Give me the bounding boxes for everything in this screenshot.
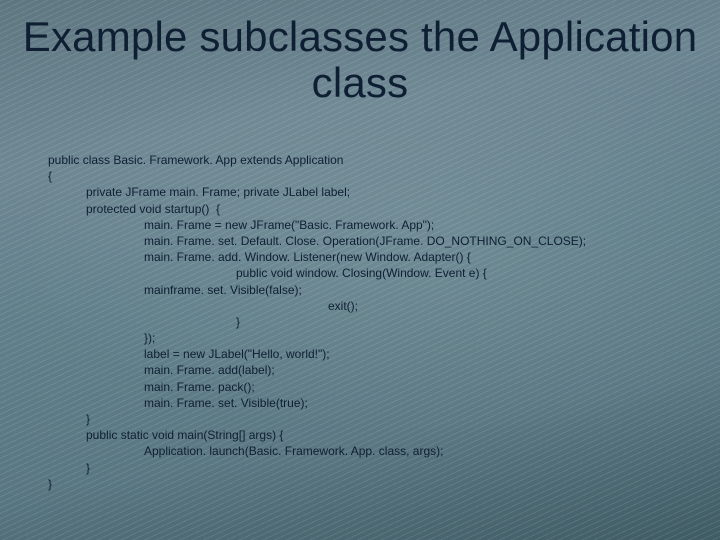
- code-line: main. Frame. set. Visible(true);: [48, 395, 690, 411]
- code-line: main. Frame. set. Default. Close. Operat…: [48, 233, 690, 249]
- code-line: main. Frame. pack();: [48, 379, 690, 395]
- code-line: Application. launch(Basic. Framework. Ap…: [48, 443, 690, 459]
- code-line: public static void main(String[] args) {: [48, 427, 690, 443]
- code-line: {: [48, 168, 690, 184]
- code-line: exit();: [48, 298, 690, 314]
- code-line: private JFrame main. Frame; private JLab…: [48, 184, 690, 200]
- code-line: main. Frame. add. Window. Listener(new W…: [48, 249, 690, 265]
- code-line: public class Basic. Framework. App exten…: [48, 152, 690, 168]
- slide: Example subclasses the Application class…: [0, 0, 720, 540]
- code-line: public void window. Closing(Window. Even…: [48, 265, 690, 281]
- code-line: }: [48, 476, 690, 492]
- code-line: }: [48, 314, 690, 330]
- code-line: mainframe. set. Visible(false);: [48, 282, 690, 298]
- code-line: label = new JLabel("Hello, world!");: [48, 346, 690, 362]
- slide-title: Example subclasses the Application class: [0, 14, 720, 106]
- code-line: });: [48, 330, 690, 346]
- code-line: }: [48, 411, 690, 427]
- code-line: }: [48, 460, 690, 476]
- code-line: main. Frame. add(label);: [48, 362, 690, 378]
- code-block: public class Basic. Framework. App exten…: [48, 152, 690, 492]
- code-line: main. Frame = new JFrame("Basic. Framewo…: [48, 217, 690, 233]
- code-line: protected void startup() {: [48, 201, 690, 217]
